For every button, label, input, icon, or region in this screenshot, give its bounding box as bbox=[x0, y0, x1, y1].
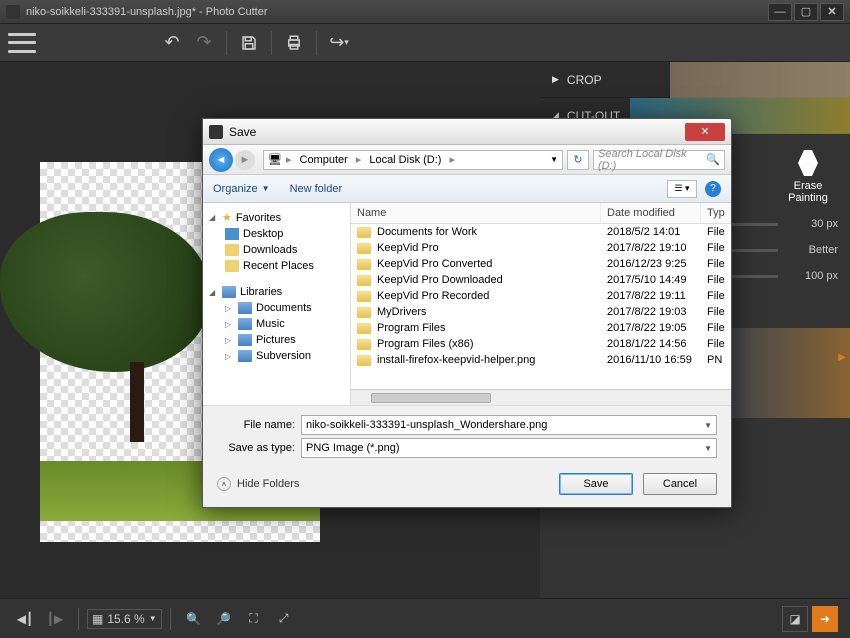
list-rows[interactable]: Documents for Work2018/5/2 14:01FileKeep… bbox=[351, 224, 731, 389]
chevron-up-icon: ˄ bbox=[217, 477, 231, 491]
col-name[interactable]: Name bbox=[351, 203, 601, 223]
folder-icon bbox=[357, 275, 371, 286]
breadcrumb-drive[interactable]: Local Disk (D:) bbox=[365, 154, 445, 166]
tree-pictures[interactable]: ▷Pictures bbox=[207, 332, 346, 348]
dialog-icon bbox=[209, 125, 223, 139]
hide-folders-button[interactable]: ˄ Hide Folders bbox=[217, 477, 299, 491]
tree-libraries[interactable]: ◢Libraries bbox=[207, 284, 346, 300]
dialog-close-button[interactable]: ✕ bbox=[685, 123, 725, 141]
col-date[interactable]: Date modified bbox=[601, 203, 701, 223]
list-row[interactable]: Program Files (x86)2018/1/22 14:56File bbox=[351, 336, 731, 352]
list-header[interactable]: Name Date modified Typ bbox=[351, 203, 731, 224]
chevron-down-icon[interactable]: ▼ bbox=[704, 421, 712, 430]
cancel-button[interactable]: Cancel bbox=[643, 473, 717, 495]
tree-recent[interactable]: Recent Places bbox=[207, 258, 346, 274]
horizontal-scrollbar[interactable] bbox=[351, 389, 731, 405]
chevron-down-icon[interactable]: ▼ bbox=[704, 444, 712, 453]
tree-documents[interactable]: ▷Documents bbox=[207, 300, 346, 316]
folder-icon bbox=[357, 259, 371, 270]
col-type[interactable]: Typ bbox=[701, 203, 731, 223]
dialog-titlebar: Save ✕ bbox=[203, 119, 731, 145]
tree-downloads[interactable]: Downloads bbox=[207, 242, 346, 258]
search-icon[interactable]: 🔍 bbox=[706, 153, 720, 166]
filename-value: niko-soikkeli-333391-unsplash_Wondershar… bbox=[306, 419, 547, 431]
save-dialog: Save ✕ ◄ ► 🖥 ▸ Computer ▸ Local Disk (D:… bbox=[202, 118, 732, 508]
folder-tree[interactable]: ◢★Favorites Desktop Downloads Recent Pla… bbox=[203, 203, 351, 405]
tree-favorites[interactable]: ◢★Favorites bbox=[207, 209, 346, 226]
tree-subversion[interactable]: ▷Subversion bbox=[207, 348, 346, 364]
nav-forward-button[interactable]: ► bbox=[235, 150, 255, 170]
dialog-body: ◢★Favorites Desktop Downloads Recent Pla… bbox=[203, 203, 731, 405]
search-placeholder: Search Local Disk (D:) bbox=[598, 148, 706, 172]
computer-icon: 🖥 bbox=[268, 153, 282, 166]
save-button[interactable]: Save bbox=[559, 473, 633, 495]
tree-desktop[interactable]: Desktop bbox=[207, 226, 346, 242]
dialog-toolbar: Organize▼ New folder ☰ ▾ ? bbox=[203, 175, 731, 203]
dialog-nav: ◄ ► 🖥 ▸ Computer ▸ Local Disk (D:) ▸ ▼ ↻… bbox=[203, 145, 731, 175]
saveas-value: PNG Image (*.png) bbox=[306, 442, 400, 454]
list-row[interactable]: KeepVid Pro2017/8/22 19:10File bbox=[351, 240, 731, 256]
dialog-footer: ˄ Hide Folders Save Cancel bbox=[203, 463, 731, 507]
folder-icon bbox=[357, 307, 371, 318]
list-row[interactable]: Program Files2017/8/22 19:05File bbox=[351, 320, 731, 336]
folder-icon bbox=[357, 323, 371, 334]
folder-icon bbox=[357, 243, 371, 254]
folder-icon bbox=[357, 227, 371, 238]
breadcrumb-dropdown[interactable]: ▼ bbox=[550, 155, 558, 164]
dialog-title: Save bbox=[229, 125, 685, 139]
list-row[interactable]: KeepVid Pro Recorded2017/8/22 19:11File bbox=[351, 288, 731, 304]
refresh-button[interactable]: ↻ bbox=[567, 150, 589, 170]
saveas-type-select[interactable]: PNG Image (*.png) ▼ bbox=[301, 438, 717, 458]
folder-icon bbox=[357, 339, 371, 350]
list-row[interactable]: KeepVid Pro Downloaded2017/5/10 14:49Fil… bbox=[351, 272, 731, 288]
dialog-backdrop: Save ✕ ◄ ► 🖥 ▸ Computer ▸ Local Disk (D:… bbox=[0, 0, 850, 638]
dialog-fields: File name: niko-soikkeli-333391-unsplash… bbox=[203, 405, 731, 463]
list-row[interactable]: install-firefox-keepvid-helper.png2016/1… bbox=[351, 352, 731, 368]
list-row[interactable]: MyDrivers2017/8/22 19:03File bbox=[351, 304, 731, 320]
help-button[interactable]: ? bbox=[705, 181, 721, 197]
nav-back-button[interactable]: ◄ bbox=[209, 148, 233, 172]
breadcrumb-computer[interactable]: Computer bbox=[296, 154, 352, 166]
new-folder-button[interactable]: New folder bbox=[290, 183, 343, 195]
breadcrumb[interactable]: 🖥 ▸ Computer ▸ Local Disk (D:) ▸ ▼ bbox=[263, 150, 563, 170]
folder-icon bbox=[357, 355, 371, 366]
search-input[interactable]: Search Local Disk (D:) 🔍 bbox=[593, 150, 725, 170]
list-row[interactable]: Documents for Work2018/5/2 14:01File bbox=[351, 224, 731, 240]
folder-icon bbox=[357, 291, 371, 302]
file-list: Name Date modified Typ Documents for Wor… bbox=[351, 203, 731, 405]
list-row[interactable]: KeepVid Pro Converted2016/12/23 9:25File bbox=[351, 256, 731, 272]
filename-label: File name: bbox=[217, 419, 295, 431]
saveas-label: Save as type: bbox=[217, 442, 295, 454]
filename-input[interactable]: niko-soikkeli-333391-unsplash_Wondershar… bbox=[301, 415, 717, 435]
tree-music[interactable]: ▷Music bbox=[207, 316, 346, 332]
organize-button[interactable]: Organize▼ bbox=[213, 183, 270, 195]
view-mode-button[interactable]: ☰ ▾ bbox=[667, 180, 697, 198]
